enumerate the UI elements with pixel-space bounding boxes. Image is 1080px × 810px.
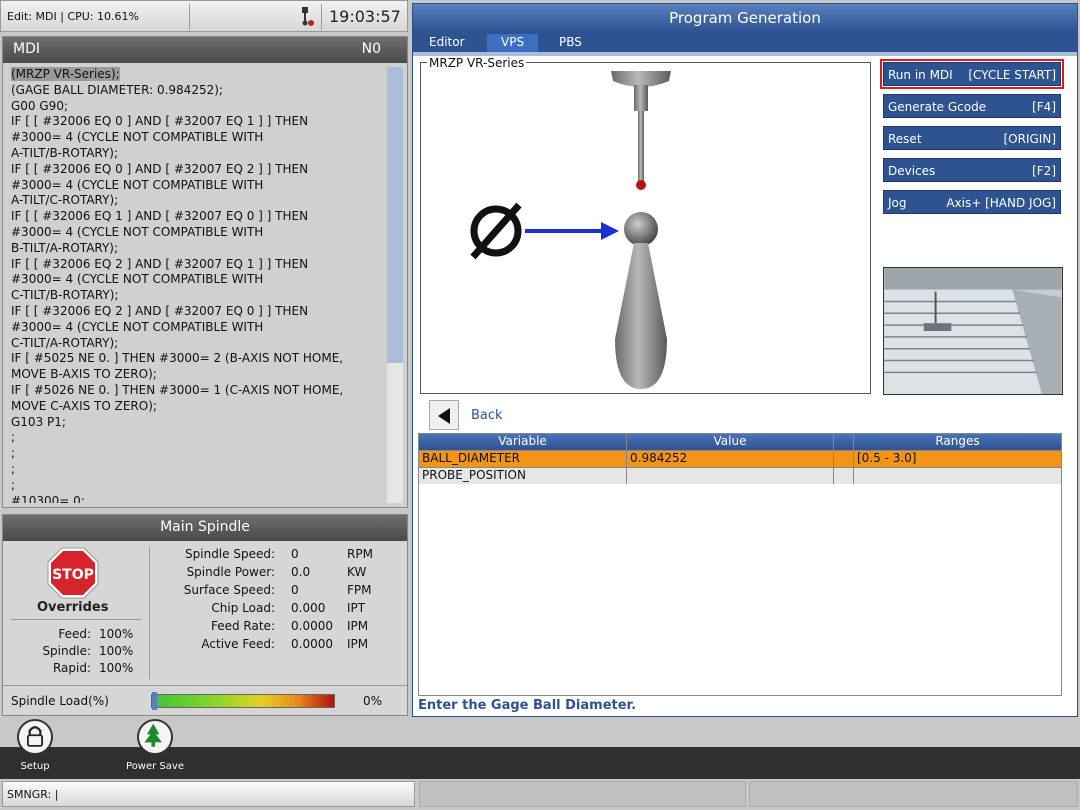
- spindle-load-label: Spindle Load(%): [11, 694, 109, 708]
- code-line: IF [ #5026 NE 0. ] THEN #3000= 1 (C-AXIS…: [11, 382, 344, 397]
- code-line: ;: [11, 461, 16, 476]
- code-line: #3000= 4 (CYCLE NOT COMPATIBLE WITH: [11, 224, 264, 239]
- lock-icon[interactable]: [17, 719, 53, 755]
- spindle-load-marker: [152, 692, 157, 710]
- header-blank: [834, 434, 854, 450]
- code-line: IF [ #5025 NE 0. ] THEN #3000= 2 (B-AXIS…: [11, 351, 344, 366]
- run-in-mdi-button[interactable]: Run in MDI [CYCLE START]: [880, 59, 1064, 89]
- program-generation-panel: Program Generation Editor VPS PBS MRZP V…: [412, 3, 1078, 717]
- probe-icon: [302, 7, 314, 26]
- gage-ball-illustration: [470, 71, 671, 389]
- tab-bar: Editor VPS PBS: [413, 32, 1077, 56]
- stat-feed-rate: Feed Rate: 0.0000 IPM: [210, 619, 369, 633]
- table-row[interactable]: BALL_DIAMETER 0.984252 [0.5 - 3.0]: [419, 450, 1061, 467]
- devices-button[interactable]: Devices [F2]: [883, 158, 1061, 182]
- spindle-load-value: 0%: [363, 694, 383, 708]
- tab-vps[interactable]: VPS: [487, 34, 539, 52]
- code-line: ;: [11, 430, 16, 445]
- table-header: Variable Value Ranges: [419, 434, 1061, 450]
- code-line: #3000= 4 (CYCLE NOT COMPATIBLE WITH: [11, 319, 264, 334]
- setup-nav-item[interactable]: Setup: [0, 719, 70, 772]
- code-line: MOVE C-AXIS TO ZERO);: [11, 398, 157, 413]
- code-line: #10300= 0;: [11, 493, 85, 503]
- code-line: IF [ [ #32006 EQ 2 ] AND [ #32007 EQ 0 ]…: [11, 303, 309, 318]
- code-line: B-TILT/A-ROTARY);: [11, 240, 119, 255]
- header-ranges: Ranges: [935, 434, 980, 448]
- program-generation-title: Program Generation: [413, 4, 1077, 32]
- code-line: G103 P1;: [11, 414, 66, 429]
- code-line-highlight: (MRZP VR-Series);: [11, 67, 120, 81]
- header-variable: Variable: [419, 434, 627, 450]
- mdi-header: MDI N0: [3, 37, 407, 63]
- code-line: G00 G90;: [11, 98, 68, 113]
- machine-thumbnail: [883, 267, 1063, 395]
- override-spindle: Spindle: 100%: [42, 644, 134, 658]
- code-line: ;: [11, 477, 16, 492]
- mdi-scroll-thumb[interactable]: [387, 67, 403, 363]
- code-line: IF [ [ #32006 EQ 0 ] AND [ #32007 EQ 1 ]…: [11, 114, 309, 129]
- command-line-input[interactable]: SMNGR: |: [2, 781, 415, 807]
- tab-pbs[interactable]: PBS: [545, 34, 596, 52]
- power-save-nav-item[interactable]: Power Save: [120, 719, 190, 772]
- mdi-title: MDI: [13, 41, 40, 57]
- code-line: IF [ [ #32006 EQ 1 ] AND [ #32007 EQ 0 ]…: [11, 209, 309, 224]
- spindle-load-row: Spindle Load(%) 0%: [3, 685, 407, 715]
- mdi-code-editor[interactable]: (MRZP VR-Series); (GAGE BALL DIAMETER: 0.…: [11, 67, 385, 503]
- setup-label[interactable]: Setup: [0, 761, 70, 772]
- code-line: (MRZP VR-Series);: [11, 67, 385, 83]
- code-line: C-TILT/B-ROTARY);: [11, 288, 119, 303]
- status-segment-3: [749, 781, 1078, 807]
- hint-text: Enter the Gage Ball Diameter.: [418, 698, 637, 713]
- code-line: A-TILT/B-ROTARY);: [11, 145, 119, 160]
- stop-icon[interactable]: STOP: [47, 547, 99, 599]
- stat-surface-speed: Surface Speed: 0 FPM: [183, 583, 372, 597]
- stat-spindle-speed: Spindle Speed: 0 RPM: [185, 547, 373, 561]
- stop-label: STOP: [52, 567, 94, 583]
- code-line: ;: [11, 446, 16, 461]
- status-text: Edit: MDI | CPU: 10.61%: [7, 10, 139, 23]
- code-line: A-TILT/C-ROTARY);: [11, 193, 119, 208]
- overrides-title: Overrides: [37, 600, 109, 615]
- jog-button[interactable]: Jog Axis+ [HAND JOG]: [883, 190, 1061, 214]
- code-line: C-TILT/A-ROTARY);: [11, 335, 119, 350]
- override-feed: Feed: 100%: [58, 627, 134, 641]
- stat-active-feed: Active Feed: 0.0000 IPM: [201, 637, 369, 651]
- status-segment-2: [419, 781, 746, 807]
- code-line: IF [ [ #32006 EQ 2 ] AND [ #32007 EQ 1 ]…: [11, 256, 309, 271]
- code-line: #3000= 4 (CYCLE NOT COMPATIBLE WITH: [11, 177, 264, 192]
- vps-group-label: MRZP VR-Series: [427, 56, 527, 70]
- code-line: IF [ [ #32006 EQ 0 ] AND [ #32007 EQ 2 ]…: [11, 161, 309, 176]
- header-value: Value: [627, 434, 834, 450]
- code-line: #3000= 4 (CYCLE NOT COMPATIBLE WITH: [11, 272, 264, 287]
- variables-table: Variable Value Ranges BALL_DIAMETER 0.98…: [418, 433, 1062, 485]
- code-line: MOVE B-AXIS TO ZERO);: [11, 367, 157, 382]
- override-rapid: Rapid: 100%: [52, 661, 134, 675]
- reset-button[interactable]: Reset [ORIGIN]: [883, 126, 1061, 150]
- top-status-bar: Edit: MDI | CPU: 10.61% 19:03:57: [0, 0, 408, 32]
- clock: 19:03:57: [329, 7, 401, 26]
- tree-icon[interactable]: [137, 719, 173, 755]
- vps-preview-frame: [420, 62, 871, 394]
- code-line: #3000= 4 (CYCLE NOT COMPATIBLE WITH: [11, 130, 264, 145]
- table-empty-area: [418, 484, 1062, 696]
- stat-spindle-power: Spindle Power: 0.0 KW: [186, 565, 367, 579]
- code-line: (GAGE BALL DIAMETER: 0.984252);: [11, 82, 223, 97]
- stat-chip-load: Chip Load: 0.000 IPT: [211, 601, 366, 615]
- spindle-load-bar: [151, 692, 335, 710]
- table-row[interactable]: PROBE_POSITION: [419, 467, 1061, 484]
- tab-editor[interactable]: Editor: [415, 34, 479, 52]
- main-spindle-panel: Main Spindle STOP Overrides Feed: 100% Sp…: [2, 514, 408, 716]
- power-save-label[interactable]: Power Save: [120, 761, 190, 772]
- back-arrow-icon[interactable]: [429, 400, 459, 430]
- mdi-scrollbar[interactable]: [387, 67, 403, 503]
- back-label[interactable]: Back: [471, 408, 503, 423]
- generate-gcode-button[interactable]: Generate Gcode [F4]: [883, 94, 1061, 118]
- mdi-panel: MDI N0 (MRZP VR-Series); (GAGE BALL DIAME…: [2, 36, 408, 508]
- spindle-title: Main Spindle: [3, 515, 407, 541]
- mdi-line-number: N0: [361, 41, 381, 57]
